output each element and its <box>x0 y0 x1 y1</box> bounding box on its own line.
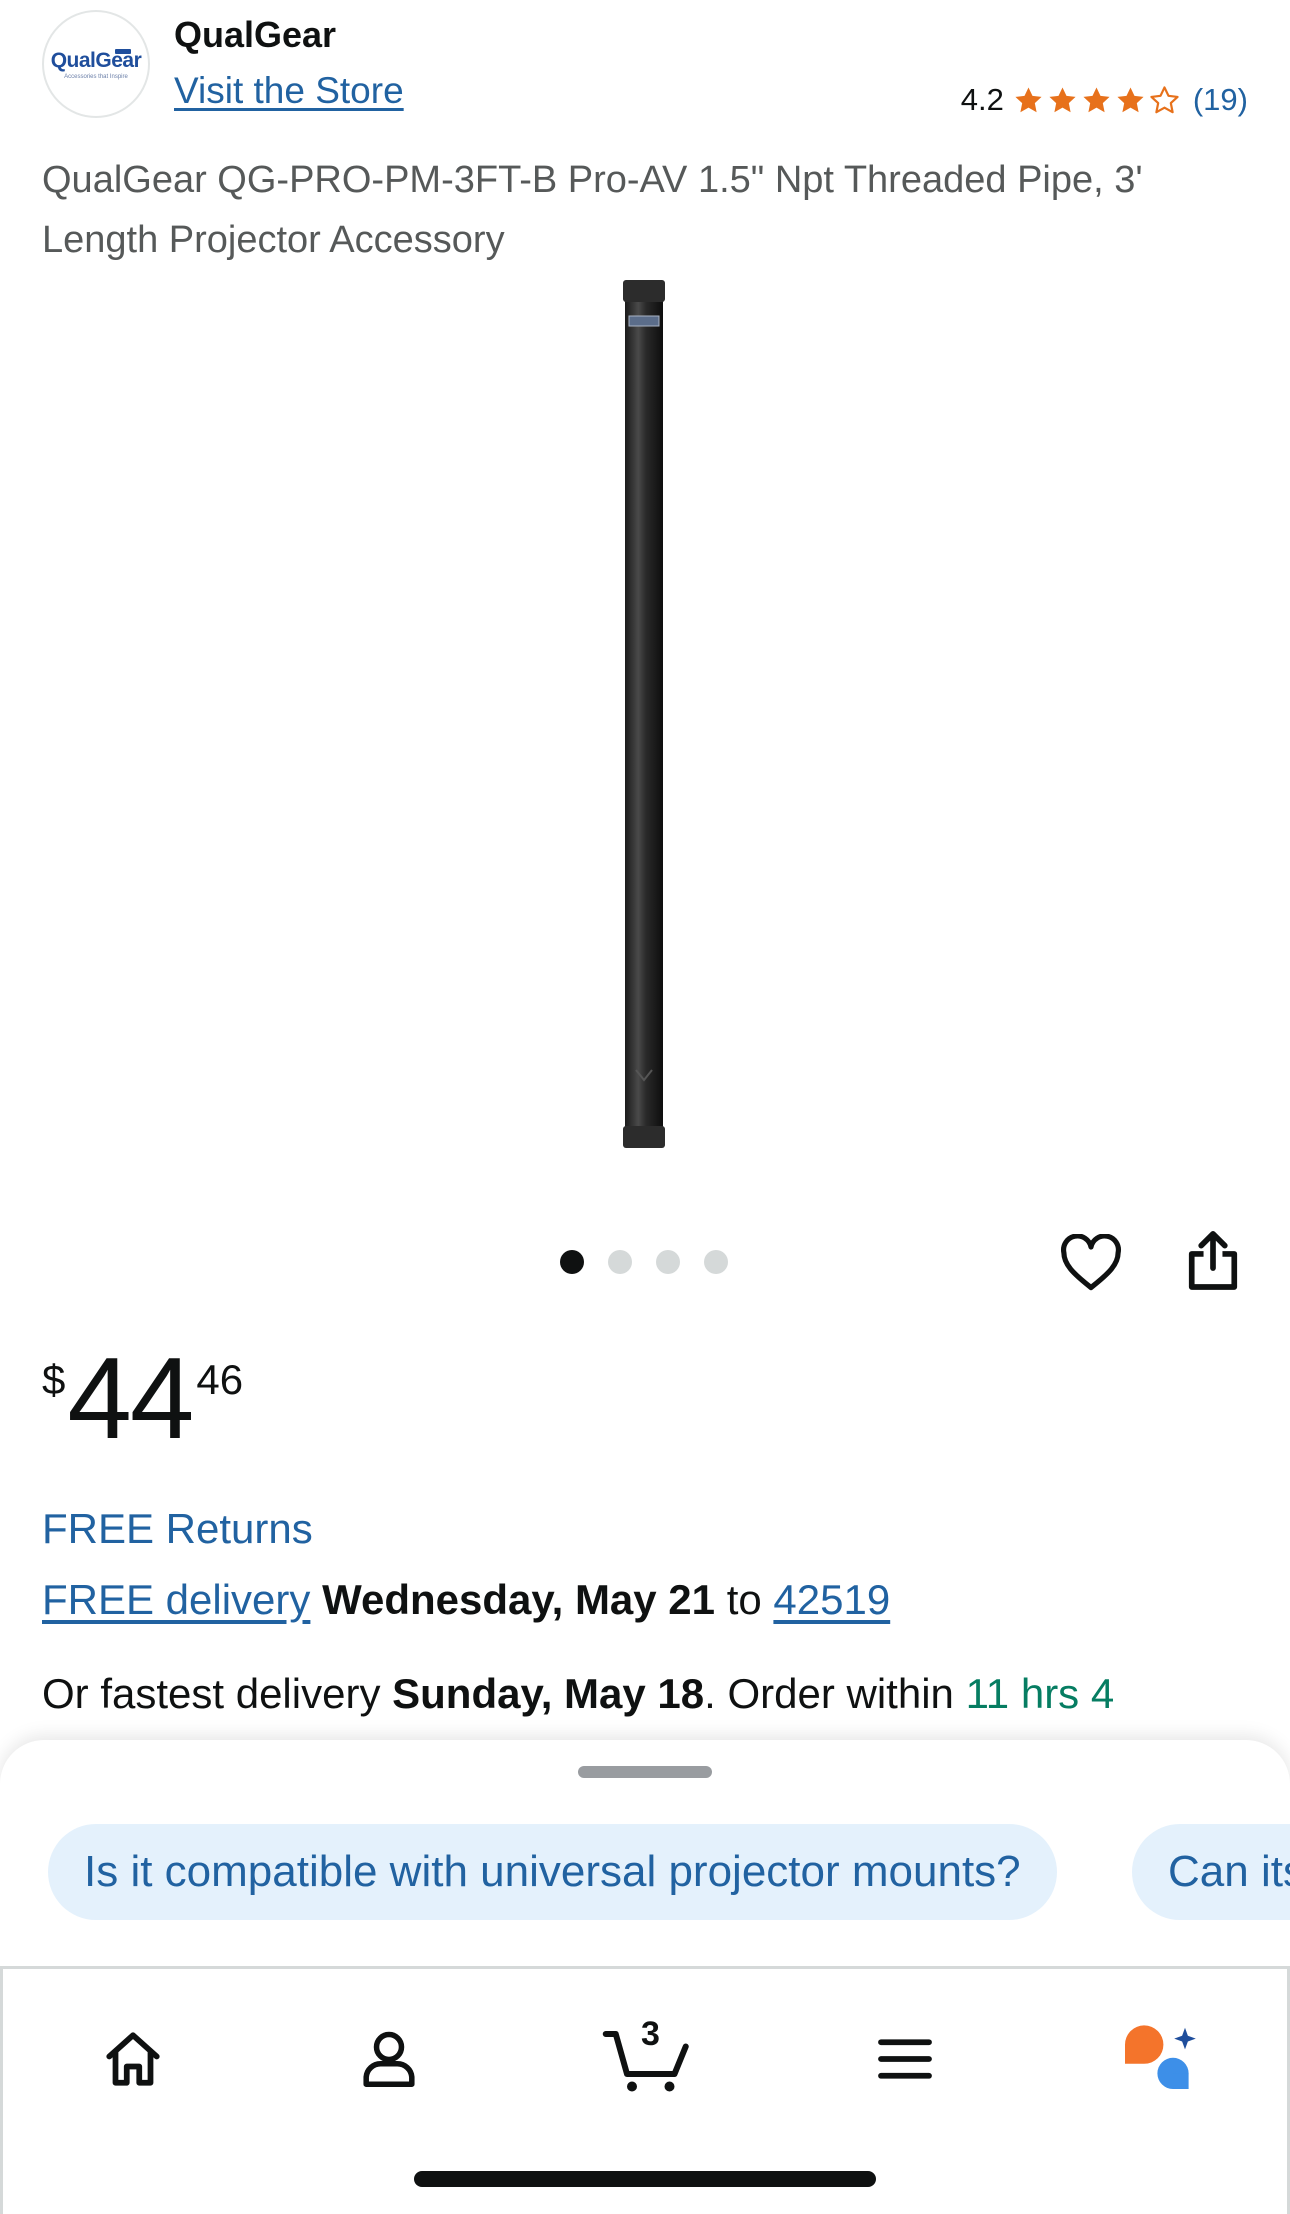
account-icon <box>363 2031 415 2087</box>
rufus-assistant-icon <box>1125 2025 1196 2089</box>
nav-menu[interactable] <box>855 2009 955 2109</box>
price: $ 44 46 <box>42 1340 243 1456</box>
product-image[interactable] <box>622 280 666 1148</box>
home-indicator[interactable] <box>414 2171 876 2187</box>
carousel-dot[interactable] <box>704 1250 728 1274</box>
order-countdown: 11 hrs 4 <box>965 1670 1115 1717</box>
price-whole: 44 <box>67 1333 194 1463</box>
heart-icon <box>1061 1234 1121 1291</box>
price-fraction: 46 <box>196 1356 244 1403</box>
free-delivery-link[interactable]: FREE delivery <box>42 1576 310 1623</box>
star-empty-icon <box>1150 85 1179 113</box>
rufus-suggestion-sheet[interactable]: Is it compatible with universal projecto… <box>0 1740 1290 1970</box>
wishlist-button[interactable] <box>1056 1228 1126 1298</box>
star-full-icon <box>1015 86 1042 112</box>
carousel-dot[interactable] <box>656 1250 680 1274</box>
suggestion-chip[interactable]: Can its <box>1132 1824 1290 1920</box>
menu-icon <box>878 2039 932 2079</box>
star-rating <box>1012 84 1181 117</box>
suggestion-chip[interactable]: Is it compatible with universal projecto… <box>48 1824 1057 1920</box>
brand-logo-tagline: Accessories that Inspire <box>64 73 128 80</box>
delivery-zip-link[interactable]: 42519 <box>773 1576 890 1623</box>
home-icon <box>106 2032 160 2086</box>
delivery-date: Wednesday, May 21 <box>322 1576 716 1623</box>
share-icon <box>1188 1230 1238 1290</box>
order-within: . Order within <box>704 1670 954 1717</box>
brand-logo[interactable]: QualGear Accessories that Inspire <box>42 10 150 118</box>
star-full-icon <box>1117 86 1144 112</box>
nav-cart[interactable]: 3 <box>597 2009 697 2109</box>
delivery-info: FREE delivery Wednesday, May 21 to 42519 <box>42 1576 890 1624</box>
star-full-icon <box>1083 86 1110 112</box>
fastest-prefix: Or fastest delivery <box>42 1670 381 1717</box>
visit-store-link[interactable]: Visit the Store <box>174 70 404 112</box>
star-full-icon <box>1049 86 1076 112</box>
brand-name: QualGear <box>174 14 337 55</box>
fastest-delivery-info: Or fastest delivery Sunday, May 18. Orde… <box>42 1670 1114 1718</box>
cart-count: 3 <box>641 2015 660 2053</box>
rating-count: (19) <box>1192 82 1248 117</box>
share-button[interactable] <box>1178 1226 1248 1296</box>
product-title: QualGear QG-PRO-PM-3FT-B Pro-AV 1.5" Npt… <box>42 159 1143 261</box>
nav-home[interactable] <box>83 2009 183 2109</box>
rating-value: 4.2 <box>960 82 1004 117</box>
free-returns-link[interactable]: FREE Returns <box>42 1505 313 1553</box>
nav-rufus-assistant[interactable] <box>1111 2009 1211 2109</box>
fastest-date: Sunday, May 18 <box>392 1670 705 1717</box>
logo-badge <box>115 49 131 54</box>
delivery-to: to <box>726 1576 762 1623</box>
carousel-dot-active[interactable] <box>560 1250 584 1274</box>
nav-account[interactable] <box>339 2009 439 2109</box>
image-carousel-dots[interactable] <box>560 1250 728 1274</box>
rating-summary[interactable]: 4.2 (19) <box>961 80 1248 120</box>
sheet-drag-handle[interactable] <box>578 1766 712 1778</box>
price-currency: $ <box>42 1356 66 1403</box>
carousel-dot[interactable] <box>608 1250 632 1274</box>
